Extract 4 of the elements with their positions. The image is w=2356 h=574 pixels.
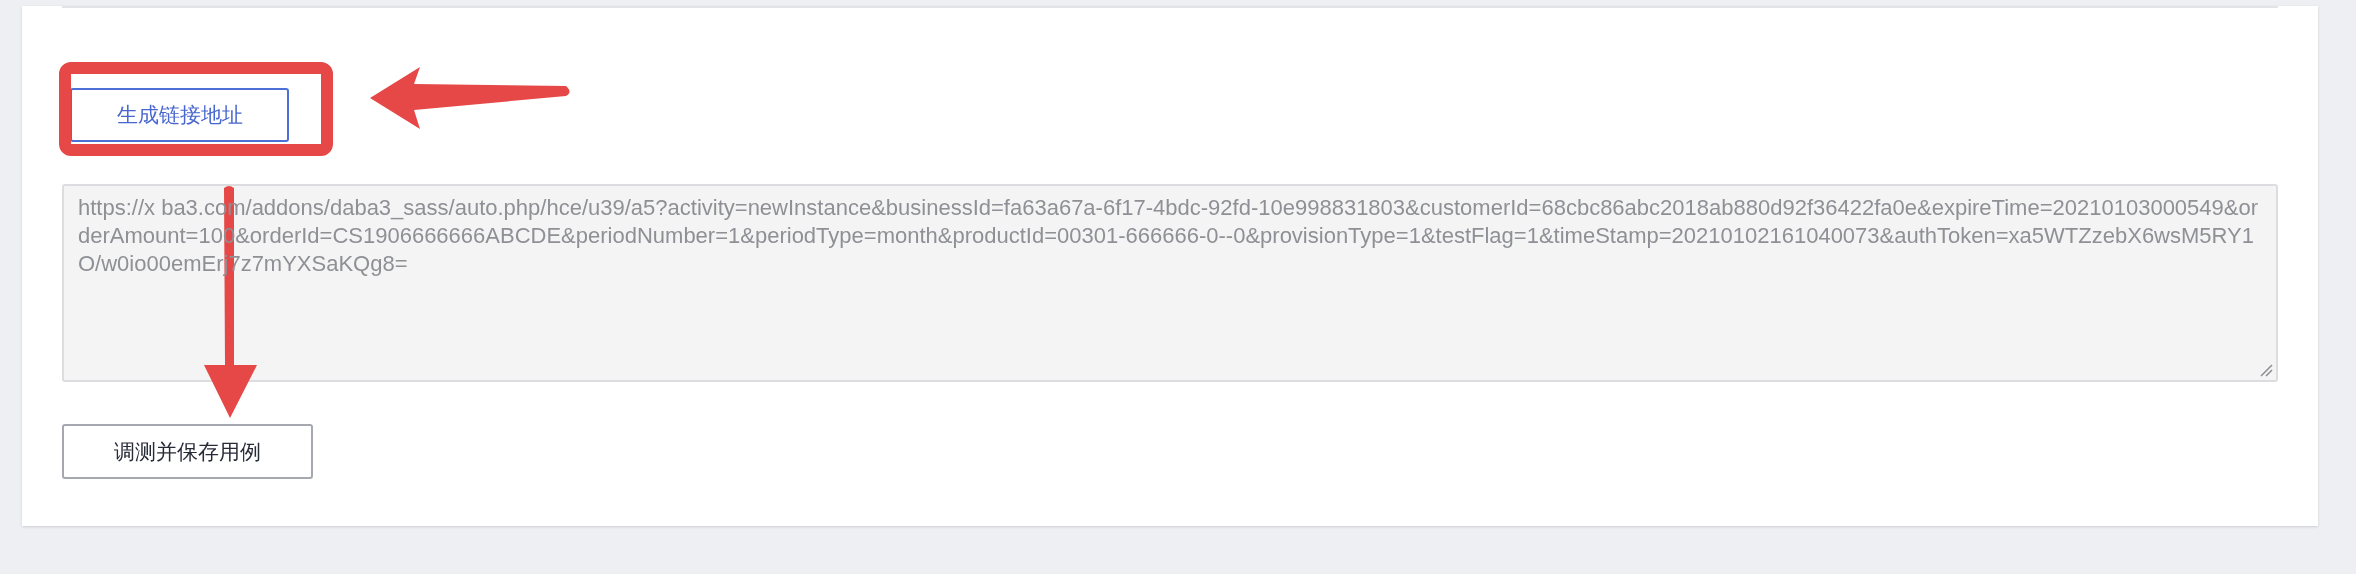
url-text-area[interactable] — [62, 184, 2278, 382]
save-test-case-button[interactable]: 调测并保存用例 — [62, 424, 313, 479]
resize-handle-icon[interactable] — [2259, 363, 2273, 377]
generate-link-button[interactable]: 生成链接地址 — [70, 88, 289, 142]
